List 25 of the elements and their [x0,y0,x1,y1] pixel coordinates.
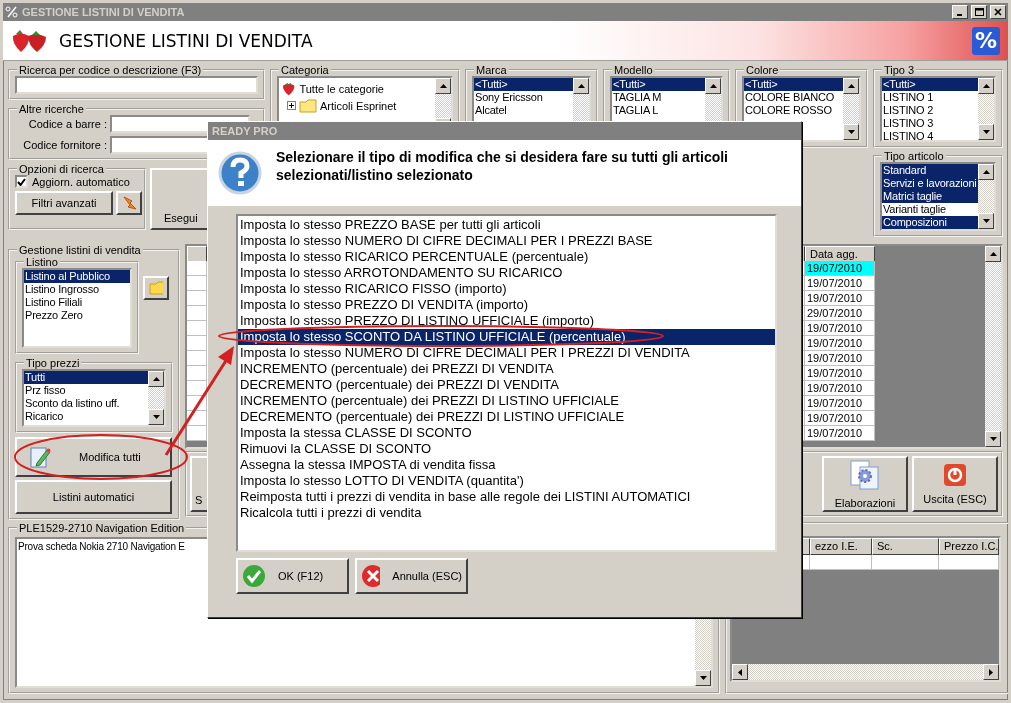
group-label: Marca [474,64,509,76]
column-header: Prezzo I.C. [939,538,999,555]
checkbox-label: Aggiorn. automatico [32,175,130,188]
group-label: Tipo prezzi [24,357,82,369]
column-header: Sc. [872,538,939,555]
percent-badge: % [972,26,1000,55]
group-label: PLE1529-2710 Navigation Edition [17,522,187,534]
group-label: Gestione listini di vendita [17,244,143,256]
field-label: Codice a barre : [27,118,107,130]
dialog-message: Selezionare il tipo di modifica che si desidera fare su tutti gli articoli selezionati/listino selezionato [276,148,729,184]
group-label: Ricerca per codice o descrizione (F3) [17,64,204,76]
group-label: Altre ricerche [17,103,86,115]
page-title: GESTIONE LISTINI DI VENDITA [59,30,314,51]
field-label: Codice fornitore : [22,139,107,151]
window-title: GESTIONE LISTINI DI VENDITA [22,6,186,18]
group-label: Modello [612,64,655,76]
group-label: Listino [24,256,60,268]
group-label: Tipo 3 [882,64,917,76]
dialog-title: READY PRO [208,122,801,140]
group-label: Categoria [279,64,331,76]
group-label: Colore [744,64,781,76]
description-text: Prova scheda Nokia 2710 Navigation E [17,540,186,554]
group-label: Tipo articolo [882,150,946,162]
column-header: ezzo I.E. [810,538,872,555]
group-label: Opzioni di ricerca [17,163,106,175]
